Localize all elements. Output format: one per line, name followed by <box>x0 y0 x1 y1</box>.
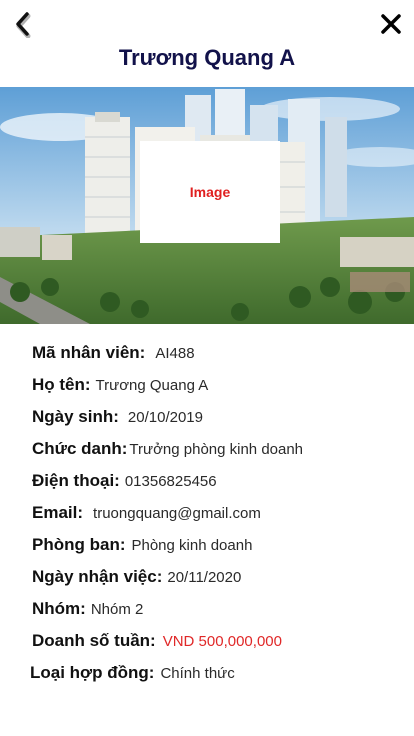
field-value: VND 500,000,000 <box>162 633 282 650</box>
field-value: Phòng kinh doanh <box>131 537 253 554</box>
field-label: Chức danh: <box>32 439 128 458</box>
field-label: Phòng ban: <box>32 535 126 554</box>
field-value: AI488 <box>155 345 195 362</box>
field-label: Ngày nhận việc: <box>32 567 163 586</box>
close-icon <box>381 14 401 34</box>
field-value: Chính thức <box>160 665 235 682</box>
field-label: Mã nhân viên: <box>32 343 146 362</box>
hero-image: Image <box>0 87 414 324</box>
field-label: Doanh số tuần: <box>32 631 156 650</box>
field-value: truongquang@gmail.com <box>93 505 261 522</box>
field-label: Ngày sinh: <box>32 407 119 426</box>
field-department: Phòng ban: Phòng kinh doanh <box>32 535 252 555</box>
field-job-title: Chức danh: Trưởng phòng kinh doanh <box>32 439 303 459</box>
page-title: Trương Quang A <box>118 45 296 70</box>
field-label: Điện thoại: <box>32 471 120 490</box>
field-value: Nhóm 2 <box>90 601 144 618</box>
field-contract-type: Loại hợp đồng: Chính thức <box>30 663 235 683</box>
field-team: Nhóm: Nhóm 2 <box>32 599 143 619</box>
field-birth-date: Ngày sinh: 20/10/2019 <box>32 407 203 427</box>
field-value: Trương Quang A <box>95 377 209 394</box>
field-full-name: Họ tên: Trương Quang A <box>32 375 208 395</box>
field-employee-id: Mã nhân viên: AI488 <box>32 343 195 363</box>
field-email: Email: truongquang@gmail.com <box>32 503 261 523</box>
field-label: Loại hợp đồng: <box>30 663 155 682</box>
field-phone: Điện thoại: 01356825456 <box>32 471 217 491</box>
field-label: Họ tên: <box>32 375 91 394</box>
close-button[interactable] <box>376 8 406 40</box>
image-placeholder: Image <box>140 141 280 243</box>
field-value: 20/10/2019 <box>127 409 203 426</box>
back-button[interactable] <box>8 8 38 40</box>
field-weekly-sales: Doanh số tuần: VND 500,000,000 <box>32 631 282 651</box>
field-label: Email: <box>32 503 84 522</box>
field-start-date: Ngày nhận việc: 20/11/2020 <box>32 567 241 587</box>
field-value: 20/11/2020 <box>167 569 242 586</box>
field-label: Nhóm: <box>32 599 86 618</box>
top-bar <box>0 0 414 48</box>
field-value: 01356825456 <box>124 473 217 490</box>
chevron-left-icon <box>16 12 31 38</box>
field-value: Trưởng phòng kinh doanh <box>129 441 304 458</box>
